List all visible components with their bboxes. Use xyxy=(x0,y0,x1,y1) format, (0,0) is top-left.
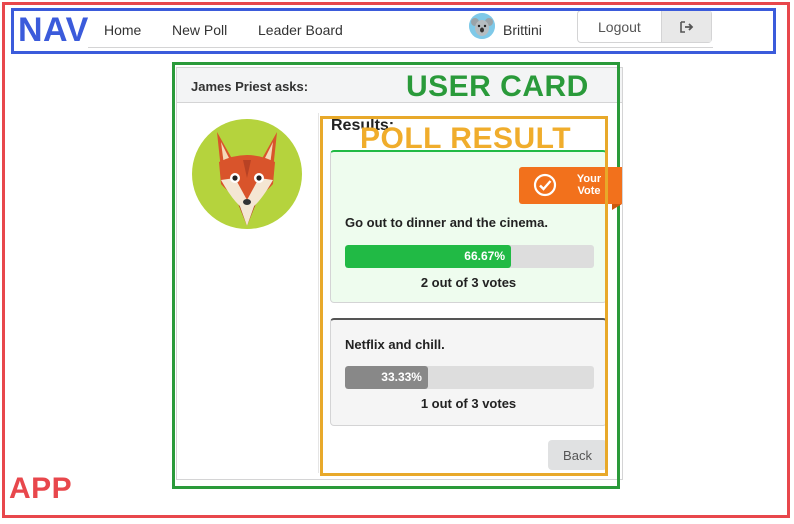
nav-annotation-label: NAV xyxy=(18,11,89,49)
nav-annotation-frame xyxy=(11,8,776,54)
user-card-annotation-label: USER CARD xyxy=(406,70,589,103)
poll-result-annotation-frame xyxy=(320,116,608,476)
poll-result-annotation-label: POLL RESULT xyxy=(360,122,572,155)
ribbon-tail xyxy=(612,204,622,210)
app-annotation-label: APP xyxy=(9,472,73,505)
